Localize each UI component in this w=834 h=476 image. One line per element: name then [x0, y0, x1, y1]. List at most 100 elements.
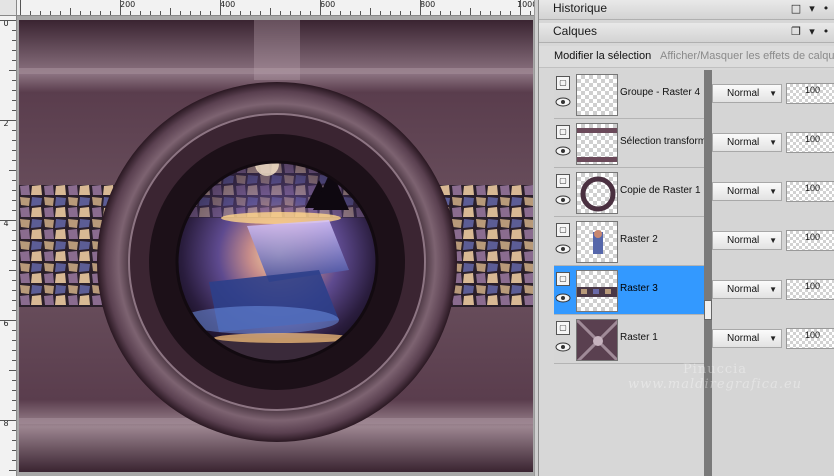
- opacity-value: 100: [804, 134, 820, 144]
- pin-icon[interactable]: •: [819, 2, 833, 16]
- ruler-tick: [12, 400, 16, 401]
- blend-mode-select[interactable]: Normal ▼: [712, 182, 782, 201]
- ruler-tick: [12, 460, 16, 461]
- history-panel-title: Historique: [553, 1, 608, 15]
- ruler-tick: [12, 310, 16, 311]
- eye-icon[interactable]: [555, 341, 571, 353]
- ruler-tick: [110, 11, 111, 15]
- blend-mode-select[interactable]: Normal ▼: [712, 133, 782, 152]
- blend-mode-select[interactable]: Normal ▼: [712, 280, 782, 299]
- ruler-tick: [140, 11, 141, 15]
- ruler-tick: [430, 11, 431, 15]
- menu-arrow-icon[interactable]: ▾: [805, 25, 819, 39]
- layer-row-raster-1[interactable]: ▢ Raster 1: [554, 315, 704, 364]
- opacity-field[interactable]: 100: [786, 230, 834, 251]
- ruler-tick: [270, 8, 271, 15]
- layer-properties-column: Normal ▼ 100 Normal ▼ 100 Normal ▼ 100 Norm…: [712, 70, 834, 476]
- menu-arrow-icon[interactable]: ▾: [805, 2, 819, 16]
- layer-props-row: Normal ▼ 100: [712, 217, 834, 266]
- layer-name: Raster 3: [620, 283, 658, 294]
- ruler-v-label: 2: [3, 119, 9, 128]
- chevron-down-icon: ▼: [769, 89, 777, 98]
- ruler-tick: [170, 8, 171, 15]
- ruler-tick: [12, 140, 16, 141]
- ruler-tick: [12, 40, 16, 41]
- pin-icon[interactable]: •: [819, 25, 833, 39]
- ruler-tick: [12, 410, 16, 411]
- ruler-tick: [12, 260, 16, 261]
- canvas-area[interactable]: 200 400 600 800 1000 0 2 4 6 8: [0, 0, 538, 476]
- layer-row-copie-raster-1[interactable]: ▢ Copie de Raster 1: [554, 168, 704, 217]
- ruler-tick: [0, 420, 16, 421]
- modify-selection-button[interactable]: Modifier la sélection: [554, 50, 651, 62]
- chevron-down-icon: ▼: [769, 138, 777, 147]
- layer-name: Raster 2: [620, 234, 658, 245]
- layer-properties-icon[interactable]: ▢: [556, 321, 570, 335]
- layers-toolbar: Modifier la sélection Afficher/Masquer l…: [539, 46, 834, 68]
- layer-row-raster-3[interactable]: ▢ Raster 3: [554, 266, 704, 315]
- ruler-vertical[interactable]: 0 2 4 6 8: [0, 16, 17, 476]
- ruler-tick: [12, 300, 16, 301]
- eye-icon[interactable]: [555, 292, 571, 304]
- eye-icon[interactable]: [555, 96, 571, 108]
- image-canvas[interactable]: [19, 20, 533, 472]
- ruler-v-label: 6: [3, 319, 9, 328]
- opacity-field[interactable]: 100: [786, 279, 834, 300]
- maximize-icon[interactable]: □: [789, 2, 803, 16]
- layer-properties-icon[interactable]: ▢: [556, 272, 570, 286]
- ruler-tick: [12, 350, 16, 351]
- chevron-down-icon: ▼: [769, 285, 777, 294]
- layer-properties-icon[interactable]: ▢: [556, 174, 570, 188]
- ruler-tick: [12, 240, 16, 241]
- ruler-tick: [0, 320, 16, 321]
- opacity-field[interactable]: 100: [786, 328, 834, 349]
- ruler-tick: [90, 11, 91, 15]
- ruler-tick: [330, 11, 331, 15]
- ruler-tick: [100, 11, 101, 15]
- ruler-tick: [350, 11, 351, 15]
- opacity-field[interactable]: 100: [786, 181, 834, 202]
- ruler-h-label: 800: [420, 0, 436, 9]
- ruler-v-label: 4: [3, 219, 9, 228]
- splitter-handle[interactable]: [704, 300, 712, 320]
- opacity-field[interactable]: 100: [786, 83, 834, 104]
- ruler-tick: [520, 0, 521, 15]
- ruler-tick: [440, 11, 441, 15]
- ruler-horizontal[interactable]: 200 400 600 800 1000: [17, 0, 534, 16]
- artwork: [19, 20, 533, 472]
- ruler-tick: [9, 470, 16, 471]
- ruler-tick: [12, 130, 16, 131]
- ruler-tick: [12, 390, 16, 391]
- history-panel-header[interactable]: Historique □ ▾ •: [539, 0, 834, 20]
- ruler-v-label: 8: [3, 419, 9, 428]
- eye-icon[interactable]: [555, 194, 571, 206]
- ruler-h-label: 600: [320, 0, 336, 9]
- restore-icon[interactable]: ❐: [789, 25, 803, 39]
- layers-panel-header[interactable]: Calques ❐ ▾ •: [539, 23, 834, 43]
- layer-properties-icon[interactable]: ▢: [556, 76, 570, 90]
- opacity-field[interactable]: 100: [786, 132, 834, 153]
- layer-row-selection-transformee[interactable]: ▢ Sélection transformée: [554, 119, 717, 168]
- toggle-layer-effects-button[interactable]: Afficher/Masquer les effets de calque: [660, 50, 834, 62]
- ruler-tick: [12, 90, 16, 91]
- blend-mode-select[interactable]: Normal ▼: [712, 329, 782, 348]
- layer-properties-icon[interactable]: ▢: [556, 223, 570, 237]
- ruler-tick: [130, 11, 131, 15]
- layer-row-raster-2[interactable]: ▢ Raster 2: [554, 217, 704, 266]
- layer-name: Raster 1: [620, 332, 658, 343]
- ruler-tick: [160, 11, 161, 15]
- layers-splitter[interactable]: [704, 70, 712, 476]
- blend-mode-select[interactable]: Normal ▼: [712, 84, 782, 103]
- ruler-tick: [300, 11, 301, 15]
- blend-mode-select[interactable]: Normal ▼: [712, 231, 782, 250]
- ruler-tick: [12, 100, 16, 101]
- layer-row-groupe-raster-4[interactable]: ▢ Groupe - Raster 4: [554, 70, 704, 119]
- ruler-tick: [460, 11, 461, 15]
- layer-properties-icon[interactable]: ▢: [556, 125, 570, 139]
- blend-mode-value: Normal: [727, 186, 760, 197]
- eye-icon[interactable]: [555, 243, 571, 255]
- layer-thumbnail: [576, 123, 618, 165]
- eye-icon[interactable]: [555, 145, 571, 157]
- layers-panel-title: Calques: [553, 24, 598, 38]
- ruler-tick: [450, 11, 451, 15]
